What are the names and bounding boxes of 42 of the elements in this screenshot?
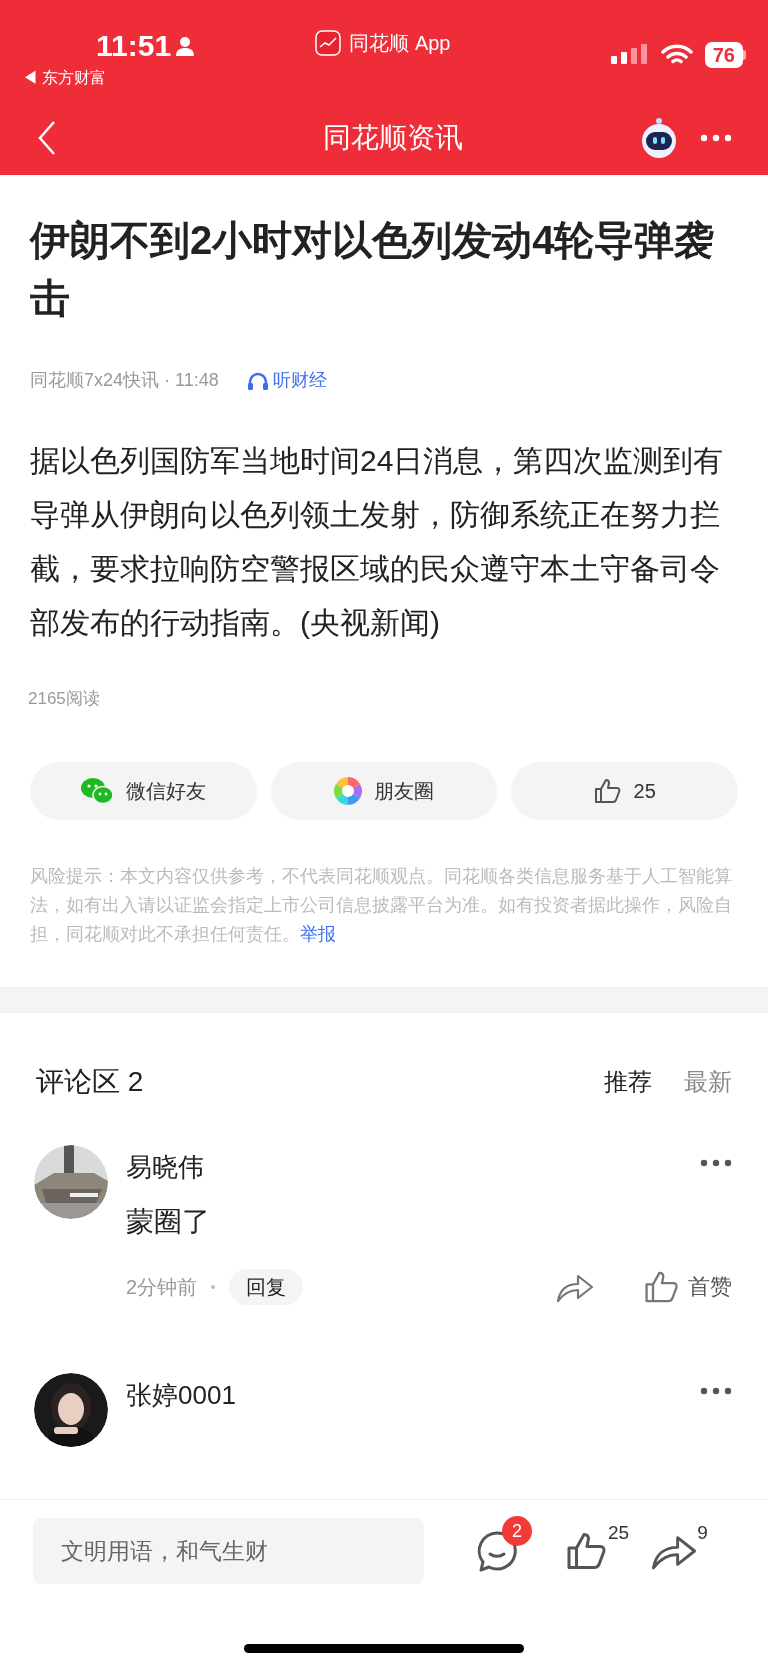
comment-count-badge: 2 [502,1516,532,1546]
comment-username[interactable]: 易晓伟 [126,1144,204,1189]
more-icon[interactable] [700,134,732,142]
app-logo-icon [315,30,342,56]
report-link[interactable]: 举报 [300,923,336,944]
comment-time: 2分钟前 [126,1274,198,1300]
article-title: 伊朗不到2小时对以色列发动4轮导弹袭击 [30,217,716,322]
page-title: 同花顺资讯 [323,121,463,155]
share-button[interactable]: 25 [511,761,738,820]
more-icon[interactable] [700,1386,732,1395]
comment-text: 蒙圈了 [126,1204,211,1239]
wifi-icon [660,44,693,66]
chat-bubbles-icon [80,776,115,805]
comment-username[interactable]: 张婷0001 [126,1372,236,1417]
thumbs-up-icon[interactable] [566,1531,608,1571]
comments-title: 评论区 2 [36,1064,144,1099]
back-icon[interactable] [36,120,58,156]
like-button[interactable]: 首赞 [644,1269,732,1304]
share-count: 9 [697,1521,708,1545]
share-button[interactable]: 微信好友 [30,761,257,820]
thumbs-up-icon [593,777,622,804]
back-to-app-link[interactable]: ◀ 东方财富 [22,66,196,90]
read-count: 2165阅读 [28,688,101,710]
sort-tab[interactable]: 最新 [684,1063,732,1100]
sort-tab[interactable]: 推荐 [604,1063,652,1100]
article-body: 据以色列国防军当地时间24日消息，第四次监测到有导弹从伊朗向以色列领土发射，防御系统正在努力拦截，要求拉响防空警报区域的民众遵守本土守备司令部发布的行动指南。(央视新闻) [30,443,725,641]
person-icon [175,36,196,56]
comment-input[interactable]: 文明用语，和气生财 [33,1518,424,1584]
thumbs-up-icon [644,1269,680,1304]
like-count: 25 [608,1521,630,1545]
article-source: 同花顺7x24快讯 · 11:48 [30,369,219,392]
signal-icon [610,44,649,66]
share-button[interactable]: 朋友圈 [270,761,498,820]
status-time: 11:51 [96,28,172,64]
listen-link[interactable]: 听财经 [246,367,327,394]
headphones-icon [246,370,269,391]
app-title: 同花顺 App [349,31,451,56]
reply-button[interactable]: 回复 [229,1268,304,1305]
more-icon[interactable] [700,1158,732,1167]
battery-indicator: 76 [704,42,746,68]
risk-disclaimer: 风险提示：本文内容仅供参考，不代表同花顺观点。同花顺各类信息服务基于人工智能算法，如有出入请以证监会指定上市公司信息披露平台为准。如有投资者据此操作，风险自担，同花顺对此不承担任何责任。举报 [30,864,733,946]
aperture-icon [334,776,362,805]
